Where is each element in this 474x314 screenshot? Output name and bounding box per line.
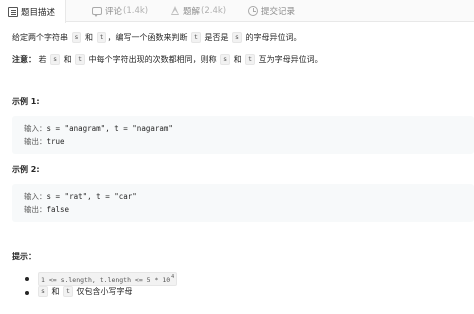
input-label: 输入：: [24, 124, 47, 133]
tab-submissions[interactable]: 提交记录: [248, 0, 295, 22]
tab-solutions-label: 题解: [183, 7, 201, 17]
note-label: 注意：: [12, 55, 36, 64]
bullet: [25, 277, 29, 281]
bullet: [25, 291, 29, 295]
example-1-box: 输入：s = "anagram", t = "nagaram" 输出：true: [12, 116, 474, 154]
output-label: 输出：: [24, 205, 47, 214]
output-value: false: [46, 205, 70, 214]
inline-code: t: [63, 286, 73, 297]
text: 和: [85, 33, 94, 42]
input-value: s = "rat", t = "car": [46, 192, 137, 201]
clock-icon: [248, 6, 258, 16]
tab-comments-count: (1.4k): [123, 6, 149, 16]
tab-bar: 题目描述 评论 (1.4k) 题解 (2.4k) 提交记录: [0, 0, 474, 23]
inline-code: s: [38, 286, 48, 297]
output-value: true: [46, 137, 65, 146]
example-1-output: 输出：true: [24, 136, 65, 147]
inline-code: s: [220, 54, 231, 65]
description-icon: [8, 6, 18, 17]
problem-statement: 给定两个字符串 s 和 t ，编写一个函数来判断 t 是否是 s 的字母异位词。: [12, 32, 302, 44]
example-1-title: 示例 1:: [12, 97, 40, 106]
tab-description-label: 题目描述: [21, 7, 56, 18]
text: 互为字母异位词。: [258, 55, 323, 64]
hints-title: 提示：: [12, 252, 36, 261]
tab-description[interactable]: 题目描述: [0, 0, 67, 23]
text: 中每个字符出现的次数都相同，则称: [88, 55, 217, 64]
tab-submissions-label: 提交记录: [261, 7, 296, 17]
example-2-output: 输出：false: [24, 204, 69, 215]
input-label: 输入：: [24, 192, 47, 201]
text: ，编写一个函数来判断: [107, 33, 188, 42]
inline-code: s: [232, 32, 242, 43]
example-1-input: 输入：s = "anagram", t = "nagaram": [24, 123, 173, 134]
tab-comments-label: 评论: [105, 7, 123, 17]
inline-code: 1 <= s.length, t.length <= 5 * 104: [38, 272, 178, 286]
inline-code: t: [75, 54, 86, 65]
input-value: s = "anagram", t = "nagaram": [46, 124, 173, 133]
constraint-1: 1 <= s.length, t.length <= 5 * 104: [37, 272, 178, 287]
inline-code: t: [191, 32, 201, 43]
text: 和: [233, 55, 242, 64]
tab-comments[interactable]: 评论 (1.4k): [92, 0, 148, 22]
constraint-code: 1 <= s.length, t.length <= 5 * 10: [41, 276, 171, 284]
constraint-2: s 和 t 仅包含小写字母: [37, 286, 132, 298]
note-paragraph: 注意： 若 s 和 t 中每个字符出现的次数都相同，则称 s 和 t 互为字母异…: [12, 54, 323, 66]
inline-code: t: [245, 54, 256, 65]
text: 的字母异位词。: [245, 33, 302, 42]
text: 和: [63, 55, 72, 64]
tab-solutions[interactable]: 题解 (2.4k): [170, 0, 226, 22]
example-2-box: 输入：s = "rat", t = "car" 输出：false: [12, 184, 474, 222]
output-label: 输出：: [24, 137, 47, 146]
example-2-title: 示例 2:: [12, 165, 40, 174]
text: 给定两个字符串: [12, 33, 68, 42]
inline-code: t: [96, 32, 107, 43]
text: 若: [38, 55, 47, 64]
tab-solutions-count: (2.4k): [201, 6, 227, 16]
flask-icon: [170, 6, 180, 16]
inline-code: s: [50, 54, 61, 65]
inline-code: s: [71, 32, 82, 43]
exponent: 4: [171, 274, 175, 280]
text: 仅包含小写字母: [76, 287, 133, 296]
example-2-input: 输入：s = "rat", t = "car": [24, 191, 137, 202]
text: 是否是: [204, 33, 229, 42]
text: 和: [51, 287, 60, 296]
comment-icon: [92, 7, 102, 17]
